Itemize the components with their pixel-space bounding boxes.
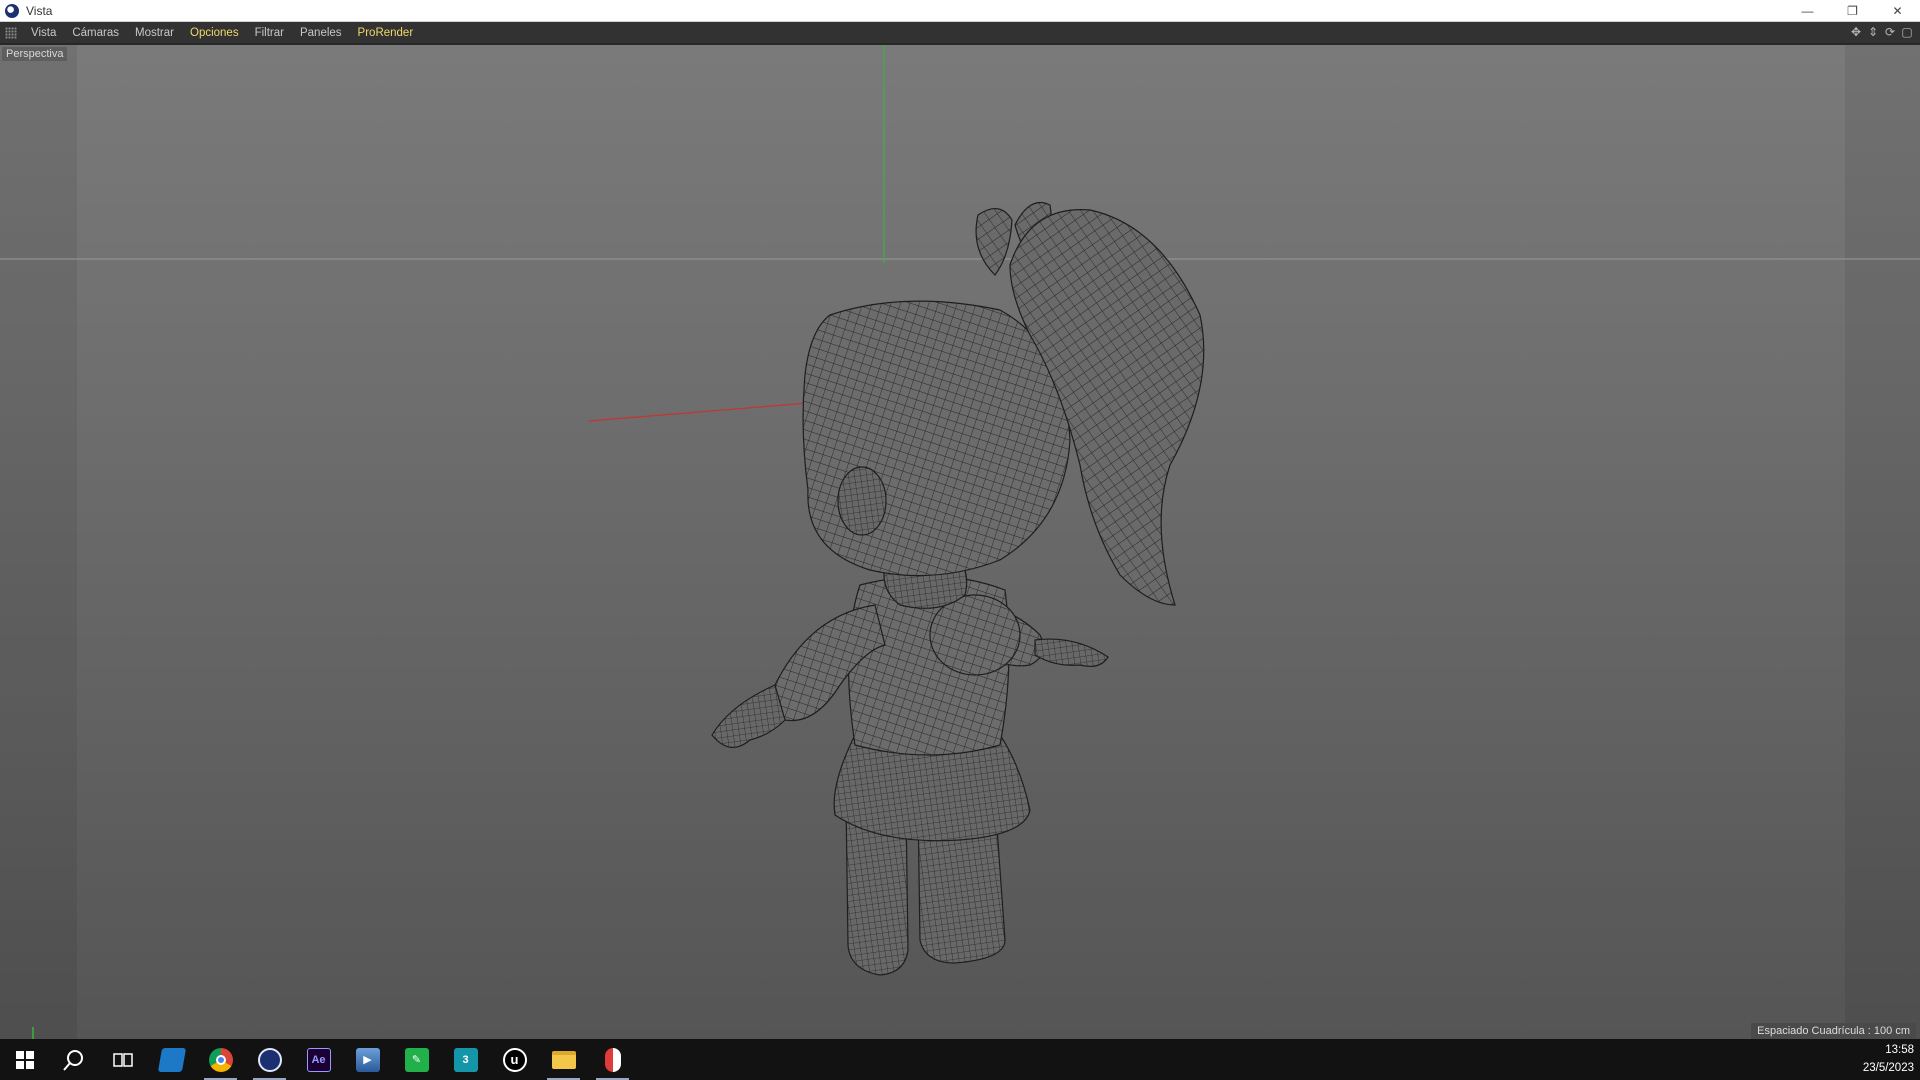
menu-vista[interactable]: Vista <box>23 27 64 39</box>
file-explorer-icon <box>551 1050 576 1069</box>
taskbar-green-app[interactable]: ✎ <box>392 1039 441 1080</box>
viewport-nav-icons: ✥ ⇕ ⟳ ▢ <box>1849 25 1914 39</box>
chrome-icon <box>208 1047 233 1072</box>
taskbar-media-player[interactable]: ▶ <box>343 1039 392 1080</box>
window-title: Vista <box>26 3 53 18</box>
view-axis-gizmo <box>32 1027 34 1039</box>
grid-spacing-label: Espaciado Cuadrícula : 100 cm <box>1751 1023 1916 1039</box>
zoom-view-icon[interactable]: ⇕ <box>1866 25 1880 39</box>
red-app-icon <box>604 1047 621 1072</box>
unreal-icon: u <box>502 1047 527 1072</box>
taskbar-chrome[interactable] <box>196 1039 245 1080</box>
menu-filtrar[interactable]: Filtrar <box>247 27 292 39</box>
clock-time: 13:58 <box>1885 1044 1914 1056</box>
menu-prorender[interactable]: ProRender <box>350 27 422 39</box>
minimize-button[interactable]: — <box>1785 0 1830 22</box>
menu-mostrar[interactable]: Mostrar <box>127 27 182 39</box>
camera-label[interactable]: Perspectiva <box>2 47 68 61</box>
taskbar-after-effects[interactable]: Ae <box>294 1039 343 1080</box>
task-view-button[interactable] <box>98 1039 147 1080</box>
restore-button[interactable]: ❐ <box>1830 0 1875 22</box>
taskbar-app-blue[interactable] <box>147 1039 196 1080</box>
panel-grip-icon[interactable] <box>5 26 17 39</box>
taskbar-unreal[interactable]: u <box>490 1039 539 1080</box>
viewport-menubar: Vista Cámaras Mostrar Opciones Filtrar P… <box>0 22 1920 44</box>
media-player-icon: ▶ <box>355 1047 380 1072</box>
close-button[interactable]: ✕ <box>1875 0 1920 22</box>
app-blue-icon <box>157 1047 186 1072</box>
scene-canvas <box>0 45 1920 1039</box>
task-view-icon <box>112 1052 133 1067</box>
search-button[interactable] <box>49 1039 98 1080</box>
taskbar-red-app[interactable] <box>588 1039 637 1080</box>
window-titlebar: Vista — ❐ ✕ <box>0 0 1920 22</box>
world-x-axis <box>588 402 809 422</box>
start-button[interactable] <box>0 1039 49 1080</box>
menu-paneles[interactable]: Paneles <box>292 27 350 39</box>
taskbar-cinema4d[interactable] <box>245 1039 294 1080</box>
character-mesh <box>711 201 1205 976</box>
3dsmax-icon: 3 <box>453 1047 478 1072</box>
taskbar-3dsmax[interactable]: 3 <box>441 1039 490 1080</box>
move-view-icon[interactable]: ✥ <box>1849 25 1863 39</box>
windows-taskbar: Ae ▶ ✎ 3 u 13:58 23/5/2023 <box>0 1039 1920 1080</box>
clock-date: 23/5/2023 <box>1862 1062 1914 1074</box>
cinema4d-app-icon <box>5 3 19 18</box>
menu-camaras[interactable]: Cámaras <box>64 27 127 39</box>
green-app-icon: ✎ <box>404 1047 429 1072</box>
cinema4d-icon <box>257 1047 282 1072</box>
menu-opciones[interactable]: Opciones <box>182 27 247 39</box>
search-icon <box>62 1049 83 1071</box>
start-icon <box>15 1050 34 1069</box>
rotate-view-icon[interactable]: ⟳ <box>1883 25 1897 39</box>
maximize-view-icon[interactable]: ▢ <box>1900 25 1914 39</box>
after-effects-icon: Ae <box>306 1047 331 1072</box>
system-clock[interactable]: 13:58 23/5/2023 <box>1863 1041 1914 1077</box>
taskbar-file-explorer[interactable] <box>539 1039 588 1080</box>
perspective-viewport[interactable]: Perspectiva Espaciado Cuadrícula : 100 c… <box>0 44 1920 1039</box>
window-controls: — ❐ ✕ <box>1785 0 1920 22</box>
